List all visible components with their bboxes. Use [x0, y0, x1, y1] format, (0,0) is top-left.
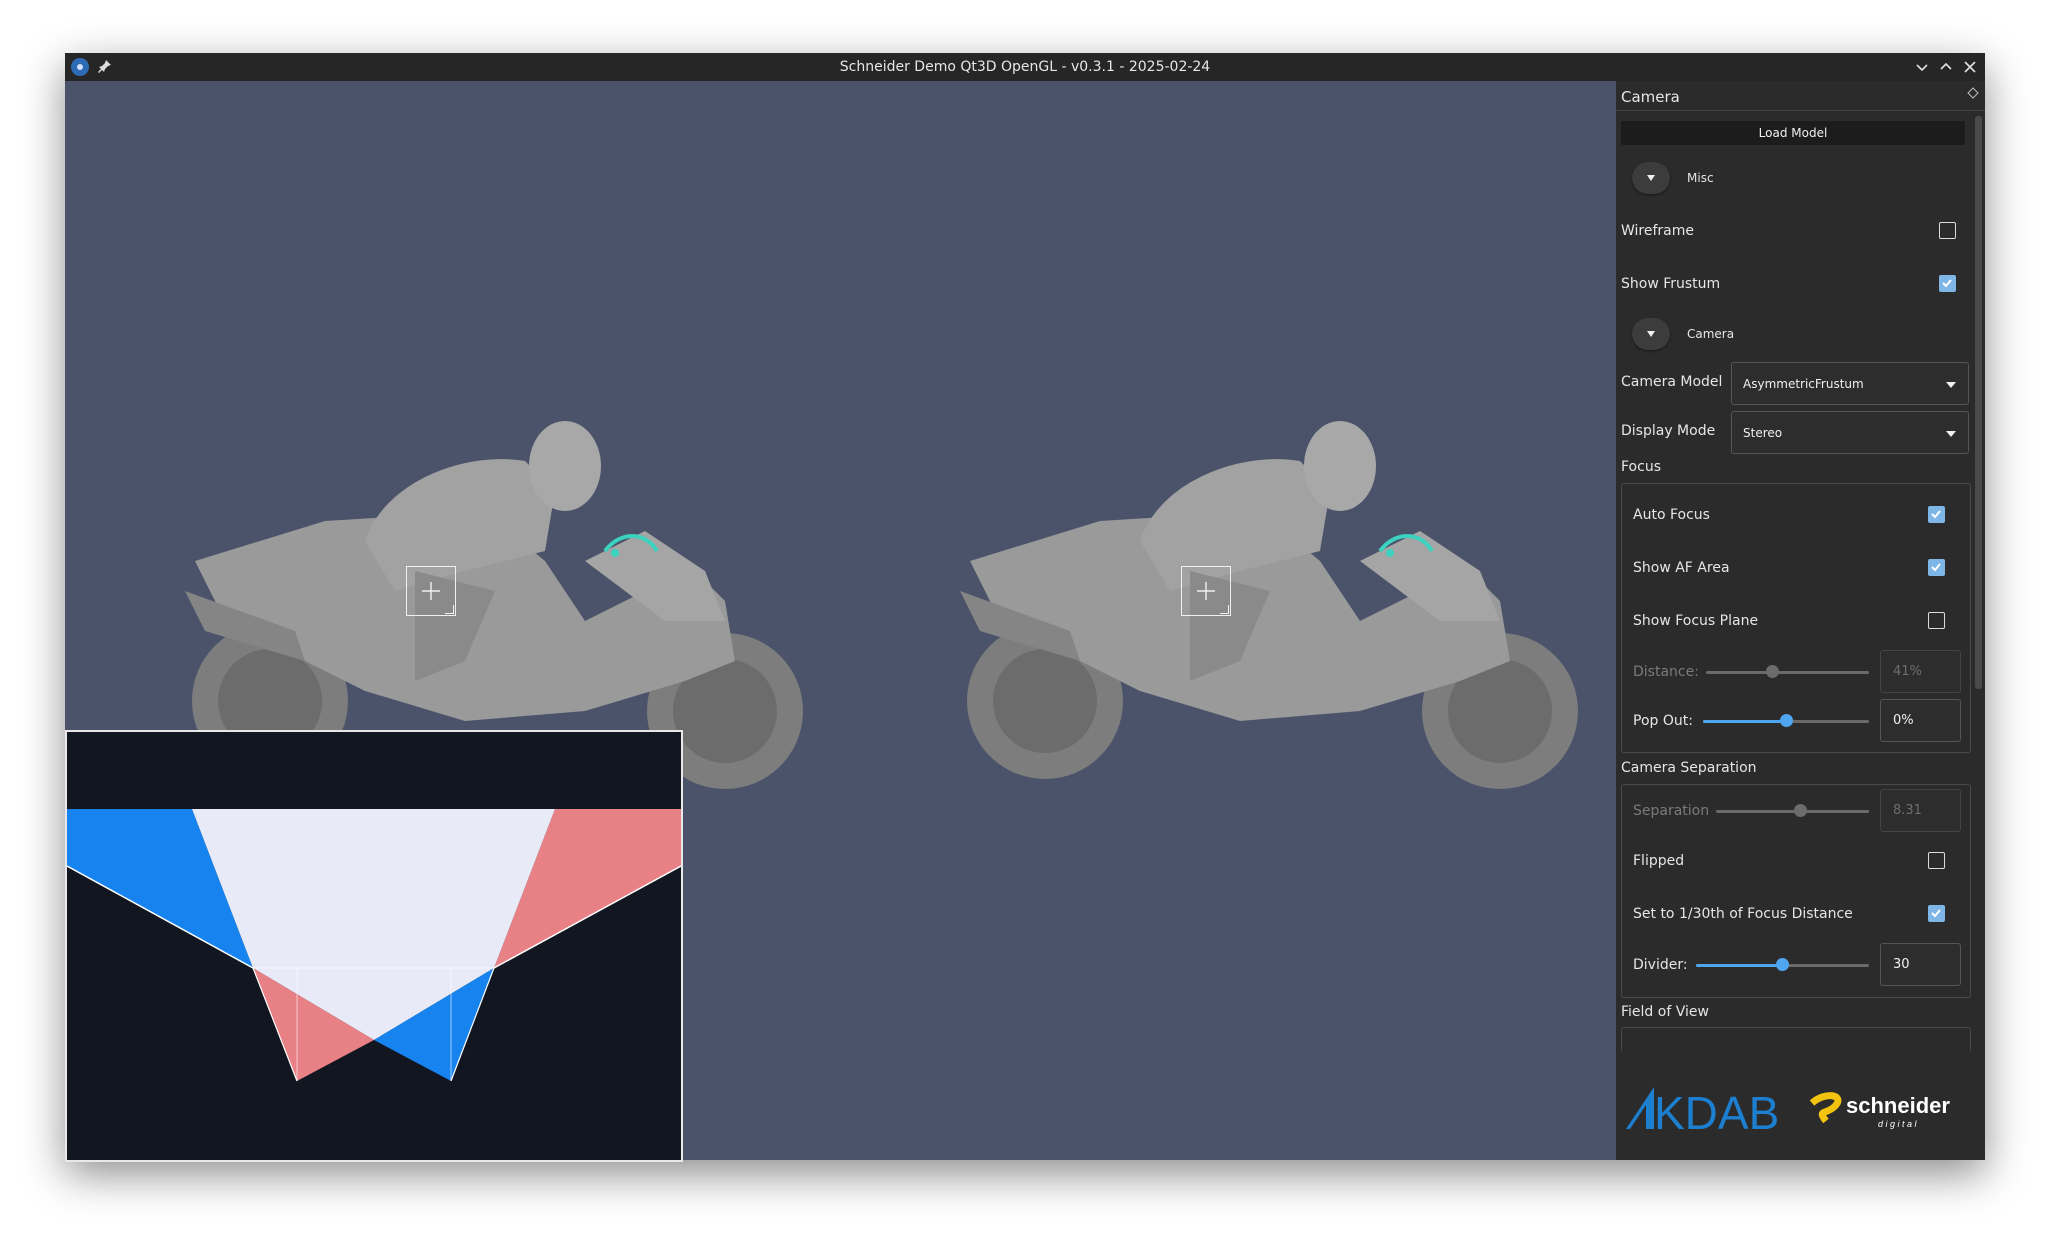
pop-out-slider-handle[interactable]	[1779, 714, 1793, 727]
show-focus-plane-label: Show Focus Plane	[1633, 613, 1759, 629]
frustum-overlap	[192, 809, 555, 1040]
frustum-diagram	[67, 732, 681, 1082]
check-icon	[1931, 510, 1941, 519]
separation-value: 8.31	[1893, 803, 1922, 818]
divider-slider-fill	[1696, 964, 1783, 967]
window-title: Schneider Demo Qt3D OpenGL - v0.3.1 - 20…	[839, 59, 1211, 75]
camera-model-value: AsymmetricFrustum	[1743, 377, 1864, 391]
chevron-down-icon	[1647, 331, 1655, 337]
float-panel-icon[interactable]	[1967, 87, 1979, 99]
af-area-right	[1181, 566, 1231, 616]
set-to-focus-distance-label: Set to 1/30th of Focus Distance	[1633, 906, 1853, 922]
check-icon	[1942, 279, 1952, 288]
auto-focus-label: Auto Focus	[1633, 507, 1710, 523]
distance-spinbox[interactable]: 41%	[1880, 650, 1961, 693]
show-af-area-checkbox[interactable]	[1928, 559, 1945, 576]
chevron-down-icon	[1647, 175, 1655, 181]
focus-group-label: Focus	[1621, 459, 1661, 475]
separation-slider[interactable]	[1716, 810, 1869, 813]
pop-out-value: 0%	[1893, 713, 1914, 728]
dropdown-arrow-icon	[1946, 382, 1956, 388]
show-af-area-label: Show AF Area	[1633, 560, 1730, 576]
divider-label: Divider:	[1633, 957, 1688, 973]
dropdown-arrow-icon	[1946, 431, 1956, 437]
show-focus-plane-checkbox[interactable]	[1928, 612, 1945, 629]
close-icon[interactable]	[1961, 58, 1979, 76]
schneider-logo: schneider d i g i t a l	[1809, 1092, 1950, 1129]
misc-section-label: Misc	[1687, 171, 1714, 185]
show-frustum-checkbox[interactable]	[1939, 275, 1956, 292]
panel-scrollbar[interactable]	[1974, 116, 1984, 1051]
logo-area: KDAB schneider d i g i t a l	[1616, 1051, 1985, 1160]
camera-section-label: Camera	[1687, 327, 1735, 341]
set-to-focus-distance-checkbox[interactable]	[1928, 905, 1945, 922]
show-frustum-label: Show Frustum	[1621, 276, 1721, 292]
flipped-label: Flipped	[1633, 853, 1685, 869]
display-mode-label: Display Mode	[1621, 423, 1716, 439]
separation-label: Separation	[1633, 803, 1710, 819]
field-of-view-label: Field of View	[1621, 1004, 1709, 1020]
separation-slider-handle[interactable]	[1793, 804, 1807, 817]
camera-separation-label: Camera Separation	[1621, 760, 1757, 776]
panel-title: Camera	[1621, 88, 1680, 106]
flipped-checkbox[interactable]	[1928, 852, 1945, 869]
pop-out-spinbox[interactable]: 0%	[1880, 699, 1961, 742]
divider-spinbox[interactable]: 30	[1880, 943, 1961, 986]
panel-header: Camera	[1616, 81, 1985, 111]
auto-focus-checkbox[interactable]	[1928, 506, 1945, 523]
panel-scrollbar-thumb[interactable]	[1975, 116, 1982, 689]
frustum-overview	[65, 730, 683, 1162]
divider-value: 30	[1893, 957, 1910, 972]
load-model-button[interactable]: Load Model	[1621, 121, 1965, 145]
wireframe-label: Wireframe	[1621, 223, 1695, 239]
camera-panel: Camera Load Model Misc Wireframe Show Fr…	[1616, 81, 1985, 1160]
kdab-logo: KDAB	[1626, 1087, 1779, 1139]
display-mode-value: Stereo	[1743, 426, 1783, 440]
logos: KDAB schneider d i g i t a l	[1626, 1087, 1950, 1139]
maximize-icon[interactable]	[1937, 58, 1955, 76]
display-mode-dropdown[interactable]: Stereo	[1731, 411, 1969, 454]
svg-text:d i g i t a l: d i g i t a l	[1878, 1119, 1918, 1129]
pop-out-label: Pop Out:	[1633, 713, 1693, 729]
distance-label: Distance:	[1633, 664, 1699, 680]
motorcycle-model-right	[960, 421, 1578, 789]
distance-value: 41%	[1893, 664, 1922, 679]
svg-text:schneider: schneider	[1846, 1093, 1950, 1118]
check-icon	[1931, 563, 1941, 572]
app-window: Schneider Demo Qt3D OpenGL - v0.3.1 - 20…	[65, 53, 1985, 1162]
minimize-icon[interactable]	[1913, 58, 1931, 76]
misc-collapse-button[interactable]	[1632, 162, 1670, 194]
distance-slider[interactable]	[1706, 671, 1869, 674]
check-icon	[1931, 909, 1941, 918]
camera-model-dropdown[interactable]: AsymmetricFrustum	[1731, 362, 1969, 405]
svg-text:KDAB: KDAB	[1654, 1087, 1779, 1139]
camera-collapse-button[interactable]	[1632, 318, 1670, 350]
wireframe-checkbox[interactable]	[1939, 222, 1956, 239]
separation-spinbox[interactable]: 8.31	[1880, 789, 1961, 832]
title-bar: Schneider Demo Qt3D OpenGL - v0.3.1 - 20…	[65, 53, 1985, 81]
pop-out-slider-fill	[1703, 720, 1786, 723]
camera-model-label: Camera Model	[1621, 374, 1723, 390]
af-area-left	[406, 566, 456, 616]
divider-slider-handle[interactable]	[1776, 958, 1789, 971]
